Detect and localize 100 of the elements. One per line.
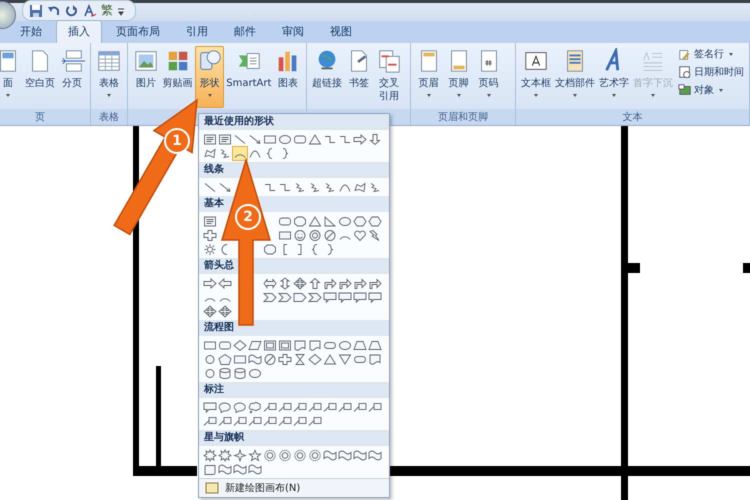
cylinder-shape-icon[interactable]: [218, 366, 232, 380]
save-icon[interactable]: [29, 4, 43, 18]
donut-shape-icon[interactable]: [308, 228, 322, 242]
callout-line-shape-icon[interactable]: [278, 400, 292, 414]
arrow-ud-shape-icon[interactable]: [278, 276, 292, 290]
ribbon-button[interactable]: 艺术字: [597, 46, 631, 108]
wave-shape-icon[interactable]: [248, 462, 262, 476]
callout-round-shape-icon[interactable]: [232, 400, 246, 414]
callout-line-shape-icon[interactable]: [278, 414, 292, 428]
triangle-shape-icon[interactable]: [322, 352, 336, 366]
ribbon-small-button[interactable]: 日期和时间: [676, 64, 746, 80]
callout-round-shape-icon[interactable]: [218, 400, 232, 414]
callout-rect-shape-icon[interactable]: [202, 400, 216, 414]
parallelogram-shape-icon[interactable]: [248, 338, 262, 352]
redo-icon[interactable]: [65, 4, 79, 18]
oval-shape-icon[interactable]: [338, 338, 352, 352]
round-rect-shape-icon[interactable]: [278, 214, 292, 228]
rect-shape-icon[interactable]: [232, 352, 246, 366]
callout-line-shape-icon[interactable]: [232, 414, 246, 428]
octagon-shape-icon[interactable]: [292, 214, 306, 228]
oval-shape-icon[interactable]: [278, 132, 292, 146]
callout-line-shape-icon[interactable]: [218, 414, 232, 428]
wave-shape-icon[interactable]: [368, 448, 382, 462]
ribbon-button[interactable]: 超链接: [310, 46, 344, 108]
callout-rect-shape-icon[interactable]: [322, 290, 336, 304]
bent-arrow-shape-icon[interactable]: [368, 276, 382, 290]
customize-icon[interactable]: [117, 6, 125, 16]
bent-arrow-shape-icon[interactable]: [352, 276, 366, 290]
font-format-icon[interactable]: [83, 4, 97, 18]
diamond-shape-icon[interactable]: [308, 352, 322, 366]
ribbon-button[interactable]: 图表: [273, 46, 304, 108]
ribbon-button[interactable]: 页码: [474, 46, 504, 108]
textbox-shape-icon[interactable]: [218, 132, 232, 146]
frame-shape-icon[interactable]: [278, 338, 292, 352]
cylinder-shape-icon[interactable]: [232, 366, 246, 380]
arrow-down-shape-icon[interactable]: [368, 132, 382, 146]
callout-rect-shape-icon[interactable]: [352, 290, 366, 304]
pentagon-arrow-shape-icon[interactable]: [292, 290, 306, 304]
callout-line-shape-icon[interactable]: [292, 414, 306, 428]
callout-line-shape-icon[interactable]: [262, 400, 276, 414]
arrow-up-shape-icon[interactable]: [308, 276, 322, 290]
ribbon-tab[interactable]: 引用: [174, 20, 220, 43]
line-shape-icon[interactable]: [202, 180, 216, 194]
chevron-shape-icon[interactable]: [278, 290, 292, 304]
arrow-quad-shape-icon[interactable]: [218, 304, 232, 318]
ribbon-button[interactable]: 文本框: [519, 46, 553, 108]
ribbon-tab[interactable]: 开始: [8, 20, 54, 43]
wave-shape-icon[interactable]: [218, 462, 232, 476]
circle-shape-icon[interactable]: [202, 366, 216, 380]
ribbon-button[interactable]: 空白页: [23, 46, 57, 108]
ribbon-tab[interactable]: 插入: [56, 20, 102, 43]
callout-line-shape-icon[interactable]: [308, 400, 322, 414]
ribbon-button[interactable]: 图片: [131, 46, 161, 108]
seal-shape-icon[interactable]: [308, 448, 322, 462]
ribbon-tab[interactable]: 页面布局: [104, 20, 172, 43]
triangle-shape-icon[interactable]: [308, 214, 322, 228]
doc-shape-icon[interactable]: [292, 338, 306, 352]
round-rect-shape-icon[interactable]: [292, 132, 306, 146]
rect-shape-icon[interactable]: [262, 132, 276, 146]
circle-shape-icon[interactable]: [202, 352, 216, 366]
frame-shape-icon[interactable]: [262, 338, 276, 352]
arrow-right-shape-icon[interactable]: [202, 276, 216, 290]
no-symbol-shape-icon[interactable]: [262, 352, 276, 366]
callout-rect-shape-icon[interactable]: [368, 290, 382, 304]
ribbon-tab[interactable]: 审阅: [270, 20, 316, 43]
callout-rect-shape-icon[interactable]: [338, 290, 352, 304]
undo-icon[interactable]: [47, 4, 61, 18]
hourglass-shape-icon[interactable]: [292, 352, 306, 366]
seal-shape-icon[interactable]: [262, 448, 276, 462]
burst-shape-icon[interactable]: [202, 448, 216, 462]
arrow-right-shape-icon[interactable]: [352, 132, 366, 146]
triangle-down-shape-icon[interactable]: [338, 352, 352, 366]
callout-line-shape-icon[interactable]: [322, 400, 336, 414]
ribbon-tab[interactable]: 视图: [318, 20, 364, 43]
callout-line-shape-icon[interactable]: [292, 400, 306, 414]
octagon-shape-icon[interactable]: [262, 242, 276, 256]
ribbon-small-button[interactable]: 对象: [676, 82, 746, 98]
callout-line-shape-icon[interactable]: [352, 400, 366, 414]
callout-line-shape-icon[interactable]: [308, 414, 322, 428]
ribbon-button[interactable]: 交叉引用: [374, 46, 404, 108]
sun-shape-icon[interactable]: [202, 242, 216, 256]
ribbon-button[interactable]: 书签: [344, 46, 374, 108]
wave-shape-icon[interactable]: [232, 462, 246, 476]
new-canvas-item[interactable]: 新建绘图画布(N): [199, 478, 389, 497]
doc-shape-icon[interactable]: [308, 338, 322, 352]
textbox-shape-icon[interactable]: [202, 214, 216, 228]
rect-shape-icon[interactable]: [202, 338, 216, 352]
plus-shape-icon[interactable]: [202, 228, 216, 242]
right-triangle-shape-icon[interactable]: [322, 214, 336, 228]
scroll-shape-icon[interactable]: [202, 462, 216, 476]
ribbon-button[interactable]: 页脚: [444, 46, 474, 108]
diamond-shape-icon[interactable]: [232, 338, 246, 352]
trapezoid-shape-icon[interactable]: [368, 338, 382, 352]
no-symbol-shape-icon[interactable]: [322, 228, 336, 242]
ribbon-button[interactable]: 分页: [57, 46, 87, 108]
freeform-shape-icon[interactable]: [202, 146, 216, 160]
ribbon-small-button[interactable]: 签名行: [676, 46, 746, 62]
smiley-shape-icon[interactable]: [292, 228, 306, 242]
arc-shape-icon[interactable]: [232, 146, 246, 160]
callout-line-shape-icon[interactable]: [368, 400, 382, 414]
